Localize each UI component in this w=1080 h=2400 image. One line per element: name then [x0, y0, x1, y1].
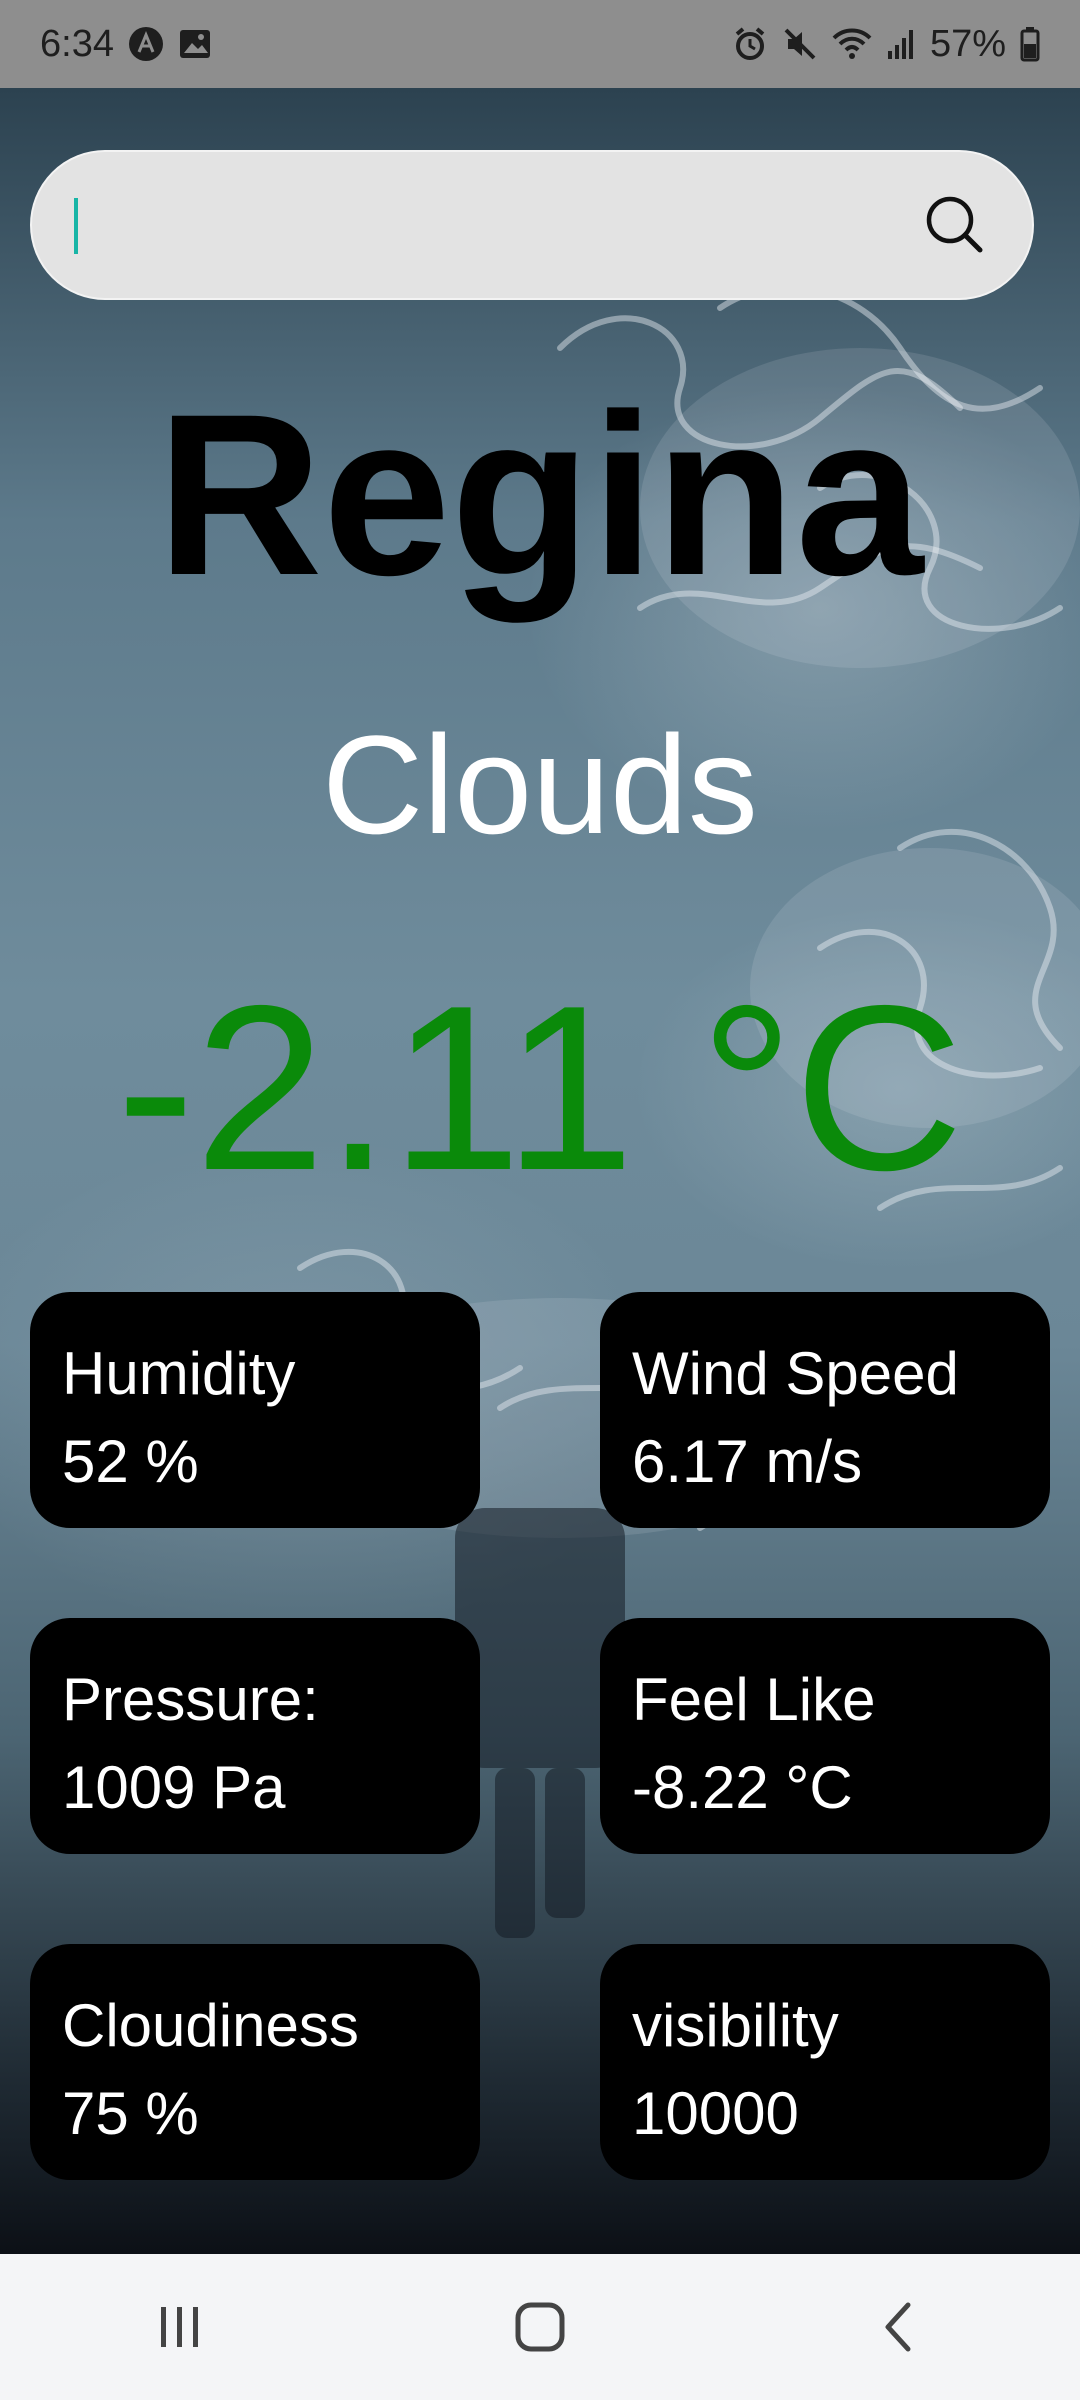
city-search-input[interactable]: [87, 182, 911, 274]
app-a-icon: [128, 26, 164, 62]
search-bar[interactable]: [30, 150, 1034, 300]
search-button[interactable]: [920, 190, 990, 260]
card-value: 6.17 m/s: [632, 1428, 863, 1495]
home-button[interactable]: [480, 2277, 600, 2377]
status-bar: 6:34 57%: [0, 0, 1080, 88]
weather-app-screen: 6:34 57% Regina Clouds -2.11 °C Humidity…: [0, 0, 1080, 2400]
home-icon: [515, 2302, 565, 2352]
card-value: 1009 Pa: [62, 1754, 286, 1821]
back-icon: [885, 2302, 911, 2352]
search-icon: [926, 196, 983, 253]
card-value: 75 %: [62, 2080, 199, 2147]
battery-percent: 57%: [929, 22, 1006, 65]
feels-like-card: Feel Like -8.22 °C: [600, 1618, 1050, 1854]
back-button[interactable]: [840, 2277, 960, 2377]
humidity-card: Humidity 52 %: [30, 1292, 480, 1528]
recents-icon: [161, 2307, 198, 2347]
wind-speed-card: Wind Speed 6.17 m/s: [600, 1292, 1050, 1528]
temperature: -2.11 °C: [116, 956, 964, 1219]
card-label: Feel Like: [632, 1666, 876, 1733]
recents-button[interactable]: [120, 2277, 240, 2377]
card-label: Wind Speed: [632, 1340, 959, 1407]
card-label: Pressure:: [62, 1666, 319, 1733]
mute-icon: [782, 26, 818, 62]
status-time: 6:34: [40, 22, 114, 65]
visibility-card: visibility 10000: [600, 1944, 1050, 2180]
signal-icon: [886, 27, 916, 61]
card-label: Cloudiness: [62, 1992, 359, 2059]
card-value: 10000: [632, 2080, 799, 2147]
battery-icon: [1020, 26, 1040, 62]
navigation-bar: [0, 2254, 1080, 2400]
pressure-card: Pressure: 1009 Pa: [30, 1618, 480, 1854]
image-icon: [178, 27, 212, 61]
card-value: -8.22 °C: [632, 1754, 853, 1821]
card-label: Humidity: [62, 1340, 296, 1407]
city-name: Regina: [156, 366, 924, 623]
alarm-icon: [732, 26, 768, 62]
cloudiness-card: Cloudiness 75 %: [30, 1944, 480, 2180]
text-caret: [74, 198, 78, 254]
wifi-icon: [832, 26, 872, 62]
card-label: visibility: [632, 1992, 839, 2059]
weather-condition: Clouds: [322, 706, 758, 863]
card-value: 52 %: [62, 1428, 199, 1495]
